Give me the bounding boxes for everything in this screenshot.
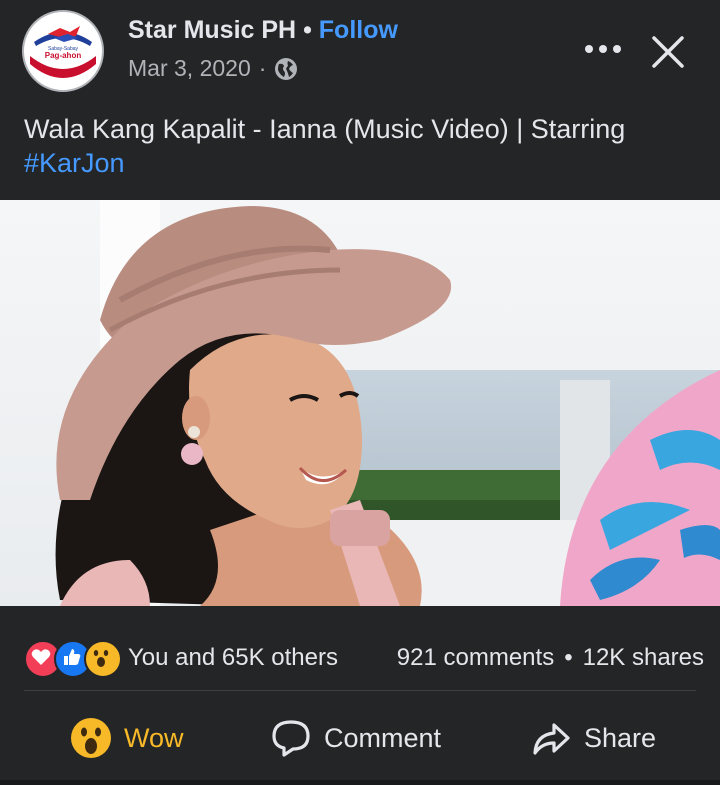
video-player[interactable] [0, 200, 720, 606]
engagement-row: You and 65K others 921 comments • 12K sh… [24, 638, 704, 678]
follow-button[interactable]: Follow [319, 16, 398, 44]
shares-count[interactable]: 12K shares [583, 644, 704, 672]
more-options-button[interactable] [580, 34, 626, 64]
caption-text: Wala Kang Kapalit - Ianna (Music Video) … [24, 114, 626, 144]
actions-divider [24, 690, 696, 691]
avatar-logo-icon: Sabay-Sabay Pag-ahon [25, 13, 101, 89]
share-icon [533, 723, 570, 755]
wow-button[interactable]: Wow [70, 700, 184, 776]
share-label: Share [584, 722, 657, 753]
bottom-bar [0, 780, 720, 785]
wow-emoji-icon [71, 718, 111, 758]
page-name[interactable]: Star Music PH [128, 16, 296, 44]
page-avatar[interactable]: Sabay-Sabay Pag-ahon [22, 10, 104, 92]
globe-icon[interactable] [274, 57, 298, 81]
comments-count[interactable]: 921 comments [397, 644, 554, 672]
comment-label: Comment [324, 722, 442, 753]
comment-button[interactable]: Comment [270, 700, 441, 776]
action-bar: Wow Comment Share [0, 700, 720, 776]
reactors-text[interactable]: You and 65K others [128, 644, 338, 672]
wow-reaction-icon [84, 640, 122, 678]
post-header: Sabay-Sabay Pag-ahon Star Music PH • Fol… [0, 0, 720, 100]
close-button[interactable] [646, 30, 690, 74]
wow-label: Wow [124, 722, 184, 753]
share-button[interactable]: Share [530, 700, 656, 776]
close-icon [652, 36, 684, 68]
more-dots-icon [585, 45, 621, 53]
comment-icon [272, 720, 310, 757]
hashtag-link[interactable]: #KarJon [24, 148, 125, 178]
page-name-row: Star Music PH • Follow [128, 16, 398, 45]
post-meta: Mar 3, 2020 · [128, 55, 298, 82]
engagement-counts: 921 comments • 12K shares [397, 644, 704, 672]
date-separator: · [258, 55, 267, 81]
video-frame [0, 200, 720, 606]
counts-separator: • [564, 644, 573, 671]
post-caption: Wala Kang Kapalit - Ianna (Music Video) … [24, 112, 704, 180]
reaction-icons[interactable] [24, 640, 124, 678]
avatar-text-mid: Pag-ahon [45, 51, 82, 60]
post-date[interactable]: Mar 3, 2020 [128, 55, 251, 82]
name-separator: • [303, 16, 312, 44]
